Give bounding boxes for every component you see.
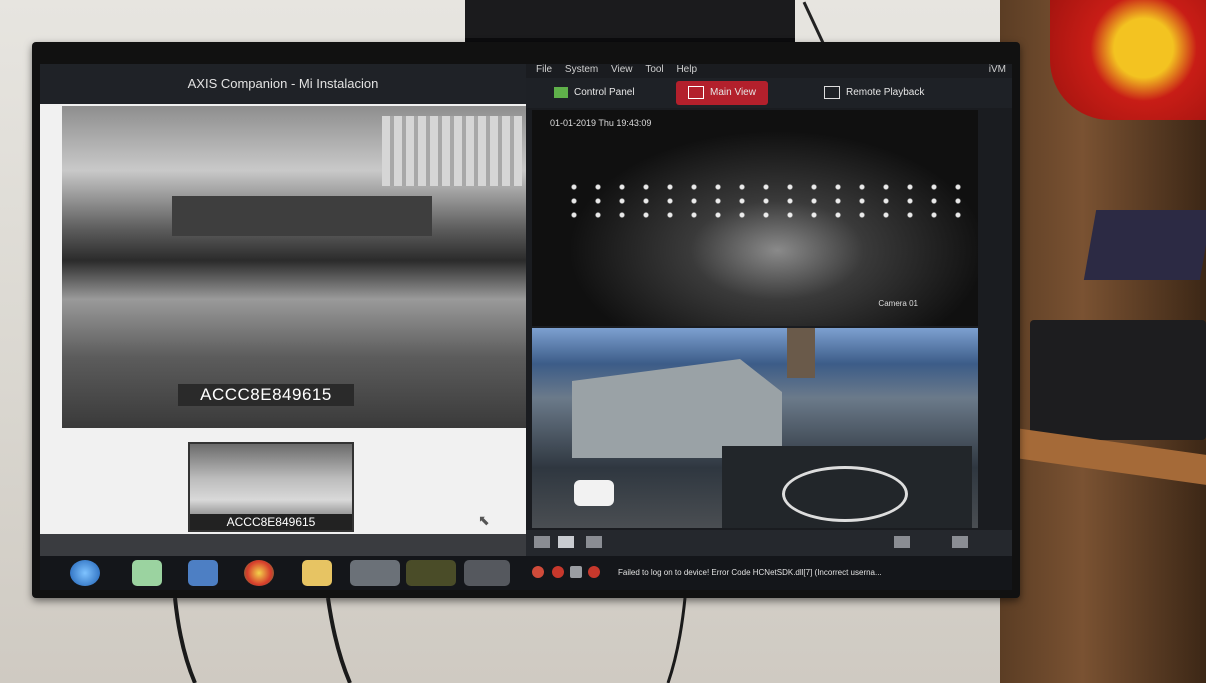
ivms-menu-bar: File System View Tool Help iVM — [526, 64, 1012, 78]
layout-9-icon[interactable] — [586, 536, 602, 548]
fullscreen-icon[interactable] — [894, 536, 910, 548]
axis-companion-window: AXIS Companion - Mi Instalacion ACCC8E84… — [40, 64, 526, 556]
control-panel-icon — [554, 86, 568, 98]
status-message: Failed to log on to device! Error Code H… — [618, 568, 882, 577]
camera-osd-timestamp: 01-01-2019 Thu 19:43:09 — [550, 118, 652, 128]
menu-file[interactable]: File — [536, 64, 552, 75]
harbor-building — [382, 116, 522, 186]
folder-icon[interactable] — [302, 560, 332, 586]
axis-camera-label: ACCC8E849615 — [178, 384, 354, 406]
tab-label: Remote Playback — [846, 87, 925, 98]
thumbnail-label: ACCC8E849615 — [190, 514, 352, 530]
monitor-screen: AXIS Companion - Mi Instalacion ACCC8E84… — [40, 64, 1012, 590]
background-monitor — [465, 0, 795, 42]
layout-4-icon[interactable] — [558, 536, 574, 548]
tab-label: Control Panel — [574, 87, 635, 98]
camera-osd-name: Camera 01 — [878, 299, 918, 308]
explorer-icon[interactable] — [132, 560, 162, 586]
message-icon[interactable] — [570, 566, 582, 578]
menu-system[interactable]: System — [565, 64, 598, 75]
axis-camera-thumbnail[interactable]: ACCC8E849615 — [188, 442, 354, 532]
layout-1-icon[interactable] — [534, 536, 550, 548]
menu-tool[interactable]: Tool — [645, 64, 663, 75]
parked-car — [574, 480, 614, 506]
mouse-cursor-icon: ⬉ — [478, 512, 490, 528]
device-box — [1083, 210, 1206, 280]
axis-app-icon[interactable] — [350, 560, 400, 586]
axis-camera-view[interactable] — [62, 106, 526, 428]
start-button-icon[interactable] — [70, 560, 100, 586]
window-icon[interactable] — [952, 536, 968, 548]
ivms-window: File System View Tool Help iVM Control P… — [526, 64, 1012, 556]
monitor: AXIS Companion - Mi Instalacion ACCC8E84… — [32, 42, 1020, 598]
menu-view[interactable]: View — [611, 64, 633, 75]
camera-feed-2[interactable] — [532, 328, 978, 528]
app-window-icon[interactable] — [464, 560, 510, 586]
tab-main-view[interactable]: Main View — [676, 81, 768, 105]
error-icon[interactable] — [588, 566, 600, 578]
monitor-cables — [173, 598, 687, 683]
ivms-app-icon[interactable] — [406, 560, 456, 586]
night-lights — [562, 180, 962, 220]
ivms-tab-bar: Control Panel Main View Remote Playback — [526, 78, 1012, 108]
view-layout-bar — [526, 530, 1012, 556]
flag — [1050, 0, 1206, 120]
docked-ship — [172, 196, 432, 236]
ivms-brand: iVM — [988, 64, 1006, 75]
playback-icon — [824, 85, 840, 99]
axis-bottom-bar — [40, 534, 526, 556]
axis-window-title: AXIS Companion - Mi Instalacion — [40, 64, 526, 104]
chrome-icon[interactable] — [244, 560, 274, 586]
electronic-device — [1030, 320, 1206, 440]
tab-control-panel[interactable]: Control Panel — [554, 81, 635, 105]
tower — [787, 328, 815, 378]
media-player-icon[interactable] — [188, 560, 218, 586]
alarm-icon[interactable] — [532, 566, 544, 578]
tab-label: Main View — [710, 87, 756, 98]
helipad — [722, 446, 972, 528]
menu-help[interactable]: Help — [676, 64, 697, 75]
main-view-icon — [688, 85, 704, 99]
windows-taskbar: Failed to log on to device! Error Code H… — [40, 556, 1012, 590]
tab-remote-playback[interactable]: Remote Playback — [824, 81, 924, 105]
record-icon[interactable] — [552, 566, 564, 578]
camera-feed-1[interactable]: 01-01-2019 Thu 19:43:09 Camera 01 — [532, 110, 978, 326]
ivms-status-bar: Failed to log on to device! Error Code H… — [526, 556, 1012, 590]
navy-ship — [572, 359, 782, 458]
